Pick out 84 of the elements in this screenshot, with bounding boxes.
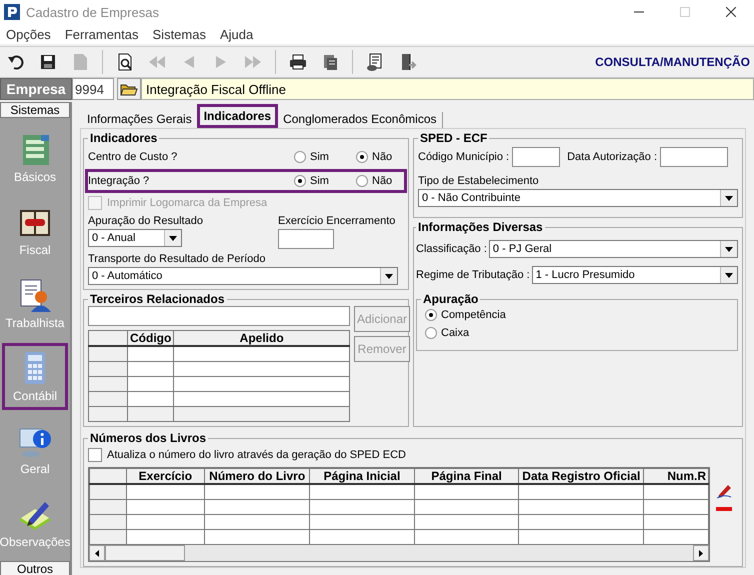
- option-label: Sim: [310, 151, 329, 163]
- radio-button[interactable]: [294, 151, 306, 163]
- app-logo: [4, 4, 20, 20]
- save-icon[interactable]: [38, 52, 58, 72]
- group-title: SPED - ECF: [419, 131, 488, 145]
- caret-icon: [725, 246, 733, 252]
- field-label: Regime de Tributação :: [416, 269, 530, 281]
- column-header: Número do Livro: [204, 468, 310, 484]
- field-label: Apuração do Resultado: [88, 215, 204, 227]
- menu-item[interactable]: Ferramentas: [64, 26, 139, 42]
- tab[interactable]: Indicadores: [196, 104, 278, 128]
- window-title: Cadastro de Empresas: [26, 4, 160, 20]
- column-header: Num.R: [644, 468, 708, 484]
- radio-button[interactable]: [425, 327, 437, 339]
- option-label: Não: [372, 151, 392, 163]
- caret-icon: [385, 274, 393, 278]
- table-cell: [128, 406, 174, 422]
- field-label: Exercício Encerramento: [278, 215, 396, 227]
- radio-button[interactable]: [425, 309, 437, 321]
- dropdown[interactable]: 0 - Não Contribuinte: [418, 189, 738, 207]
- column-header: Data Registro Oficial: [518, 468, 644, 484]
- dropdown[interactable]: 1 - Lucro Presumido: [532, 266, 738, 284]
- scroll-thumb[interactable]: [105, 545, 185, 561]
- caret-icon: [725, 272, 733, 278]
- company-code-field[interactable]: 9994: [72, 78, 114, 100]
- row-header: [88, 362, 128, 376]
- field-label: Integração ?: [88, 175, 150, 187]
- caret-icon: [725, 196, 733, 200]
- input-field[interactable]: [278, 229, 334, 249]
- close-icon[interactable]: [726, 7, 736, 17]
- group-title: Indicadores: [89, 131, 158, 145]
- group-title: Terceiros Relacionados: [89, 292, 226, 306]
- dropdown[interactable]: 0 - Anual: [88, 229, 182, 247]
- radio-button[interactable]: [356, 175, 368, 187]
- menu-item[interactable]: Opções: [6, 26, 51, 42]
- others-button[interactable]: Outros: [0, 561, 70, 575]
- open-folder-button[interactable]: [117, 78, 141, 100]
- radio-button[interactable]: [294, 175, 306, 187]
- group-title: Números dos Livros: [89, 431, 208, 445]
- row-header: [88, 392, 128, 406]
- row-header: [88, 406, 128, 422]
- field-label: Tipo de Estabelecimento: [418, 175, 540, 187]
- column-header: Apelido: [174, 330, 350, 346]
- input-field[interactable]: [512, 147, 560, 167]
- dropdown[interactable]: 0 - PJ Geral: [488, 240, 738, 258]
- field-label: Transporte do Resultado de Período: [88, 253, 267, 265]
- row-header: [88, 346, 128, 362]
- option-label: Sim: [310, 175, 329, 187]
- field-label: Código Município :: [418, 151, 510, 163]
- column-header: Página Final: [414, 468, 519, 484]
- column-header: [88, 330, 128, 346]
- column-header: Exercício: [126, 468, 205, 484]
- caret-icon: [169, 236, 177, 240]
- table-cell: [128, 376, 174, 392]
- systems-header-button[interactable]: Sistemas: [0, 102, 70, 118]
- pencil-icon[interactable]: [716, 483, 732, 499]
- checkbox[interactable]: Atualiza o número do livro através da geração do SPED ECD: [88, 445, 738, 465]
- row-header: [88, 376, 128, 392]
- table-cell: [128, 346, 174, 362]
- field-label: Classificação :: [416, 243, 487, 255]
- option-label: Caixa: [441, 327, 470, 339]
- option-label: Não: [372, 175, 392, 187]
- column-header: Código: [128, 330, 174, 346]
- field-label: Data Autorização :: [567, 151, 657, 163]
- printer-icon[interactable]: [288, 52, 308, 72]
- field-label: Centro de Custo ?: [88, 151, 178, 163]
- search-field[interactable]: [88, 306, 350, 326]
- folder-icon: [120, 82, 138, 96]
- menu-item[interactable]: Sistemas: [152, 26, 206, 42]
- scroll-left-icon[interactable]: [95, 550, 99, 556]
- group-title: Apuração: [422, 292, 480, 306]
- company-name-field[interactable]: Integração Fiscal Offline: [141, 78, 754, 100]
- column-header: Página Inicial: [310, 468, 414, 484]
- horizontal-scrollbar[interactable]: [89, 545, 709, 561]
- radio-button[interactable]: [356, 151, 368, 163]
- menu-item[interactable]: Ajuda: [220, 26, 254, 42]
- option-label: Competência: [441, 309, 506, 321]
- mode-label: CONSULTA/MANUTENÇÃO: [595, 55, 750, 69]
- group-title: Informações Diversas: [417, 220, 544, 234]
- company-label: Empresa: [0, 78, 72, 100]
- scroll-right-icon[interactable]: [699, 550, 703, 556]
- input-field[interactable]: [660, 147, 728, 167]
- dropdown[interactable]: 0 - Automático: [88, 267, 398, 285]
- table-cell: [128, 362, 174, 376]
